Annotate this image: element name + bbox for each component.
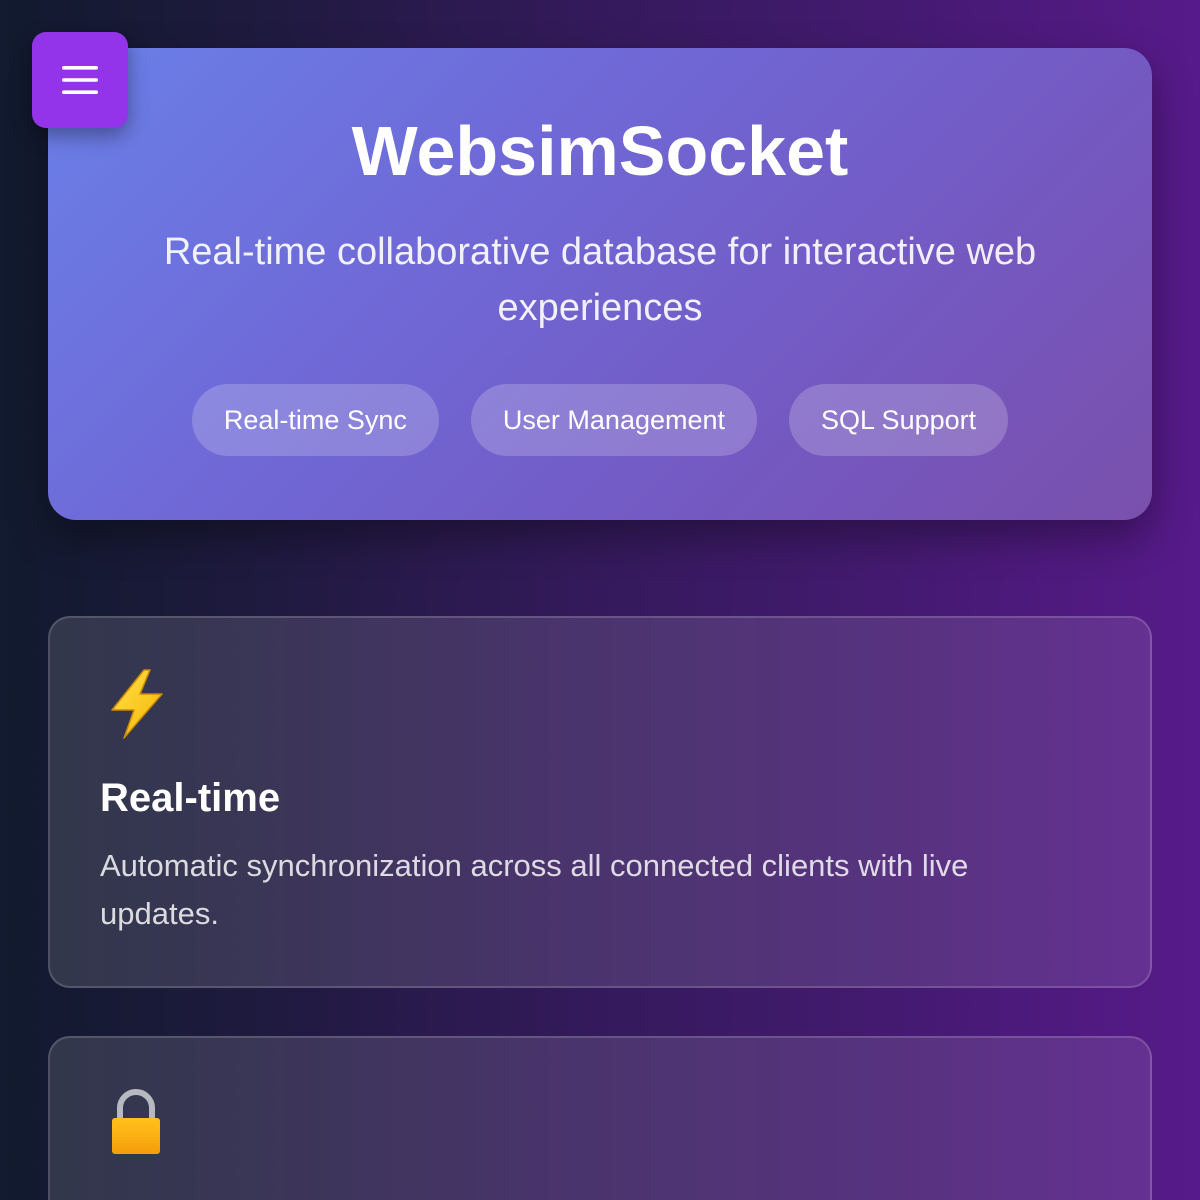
lightning-bolt-icon bbox=[106, 668, 170, 740]
page-title: WebsimSocket bbox=[351, 112, 849, 190]
hamburger-menu-icon bbox=[61, 65, 99, 95]
tag-real-time-sync[interactable]: Real-time Sync bbox=[191, 384, 439, 456]
feature-card-security bbox=[48, 1036, 1152, 1200]
feature-card-real-time: Real-time Automatic synchronization acro… bbox=[48, 616, 1152, 988]
feature-tags: Real-time Sync User Management SQL Suppo… bbox=[48, 384, 1152, 456]
lock-icon bbox=[106, 1088, 170, 1160]
feature-title: Real-time bbox=[100, 776, 281, 820]
tag-sql-support[interactable]: SQL Support bbox=[789, 384, 1009, 456]
menu-button[interactable] bbox=[32, 32, 128, 128]
feature-description: Automatic synchronization across all con… bbox=[100, 848, 969, 931]
hero-subtitle: Real-time collaborative database for int… bbox=[163, 231, 1037, 329]
hero-banner: WebsimSocket Real-time collaborative dat… bbox=[48, 48, 1152, 520]
tag-user-management[interactable]: User Management bbox=[470, 384, 758, 456]
